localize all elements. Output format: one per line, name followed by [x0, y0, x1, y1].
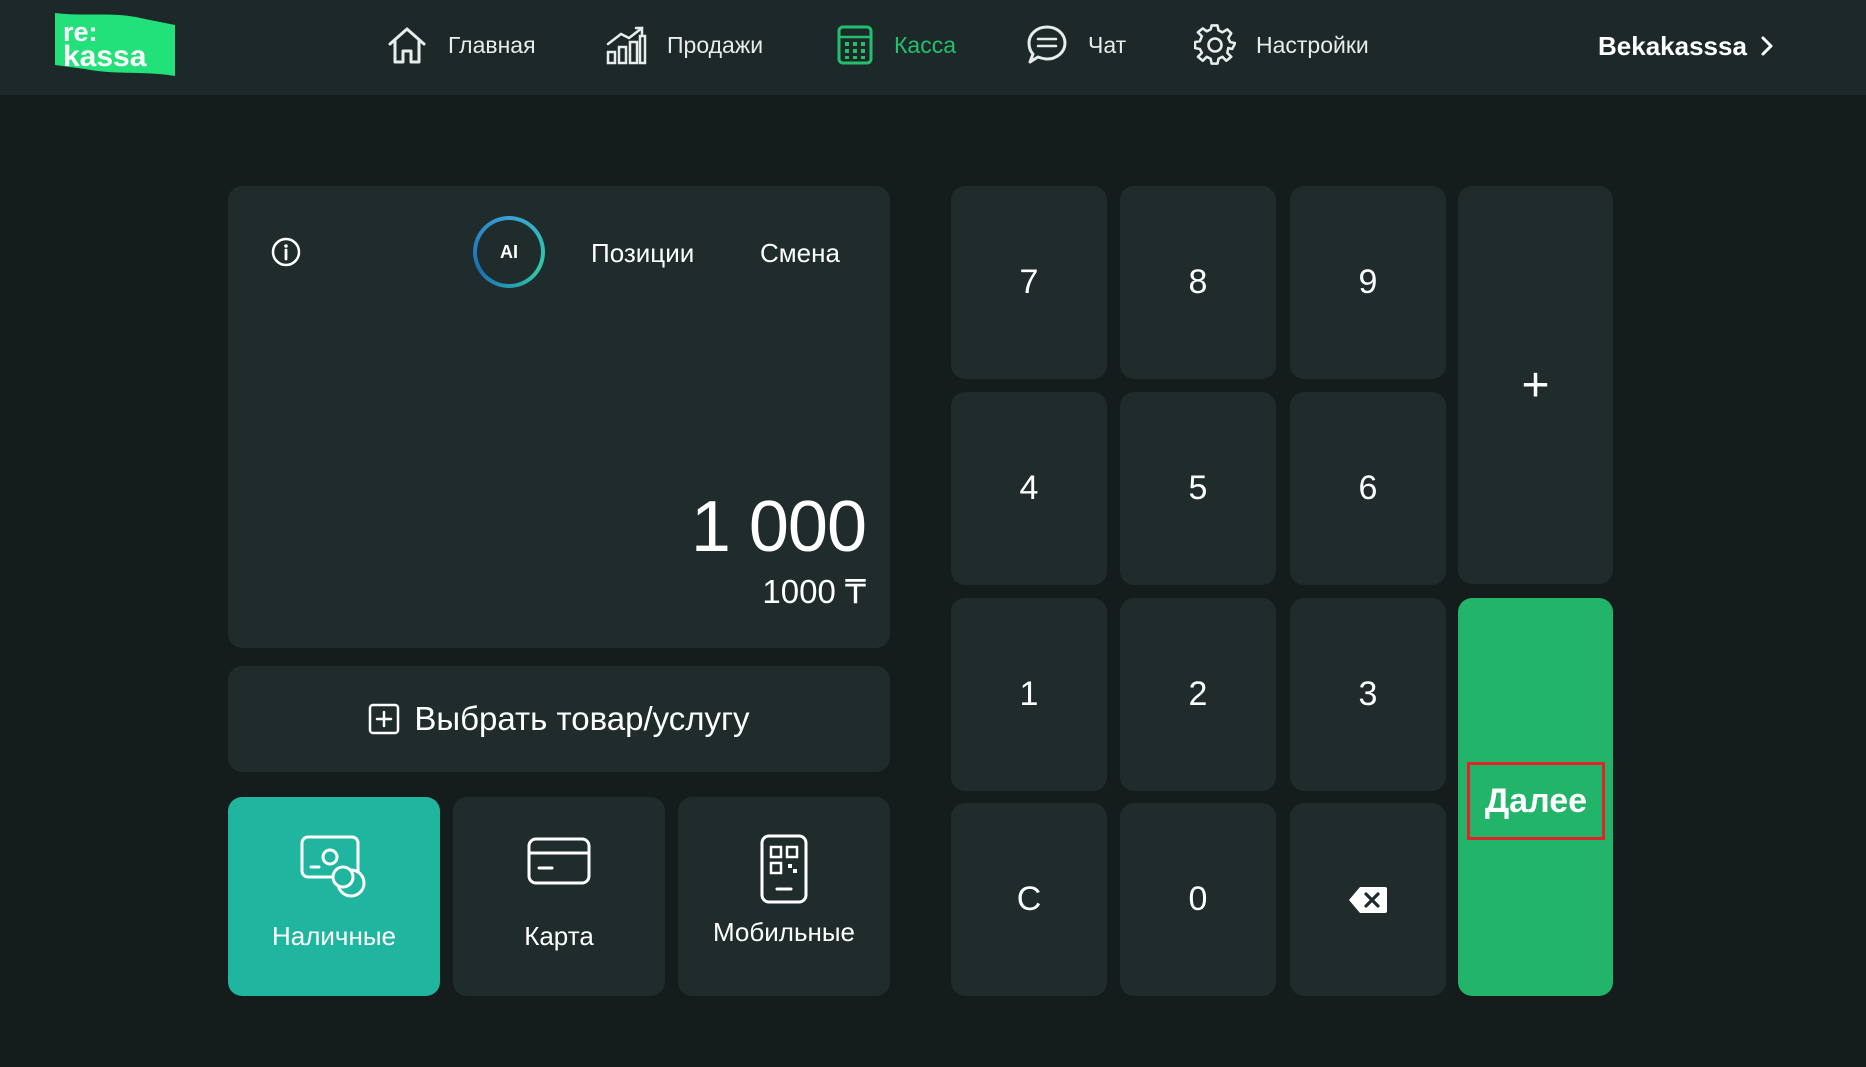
- next-button[interactable]: Далее: [1458, 598, 1613, 996]
- payment-card-button[interactable]: Карта: [453, 797, 665, 996]
- amount-with-currency: 1000 ₸: [762, 573, 866, 610]
- key-7[interactable]: 7: [951, 186, 1107, 379]
- cash-icon: [300, 835, 366, 898]
- user-account-menu[interactable]: Bekakasssa: [1598, 26, 1775, 66]
- card-icon: [527, 837, 591, 885]
- nav-item-label: Касса: [894, 31, 956, 58]
- backspace-icon: [1349, 886, 1387, 913]
- key-0[interactable]: 0: [1120, 803, 1276, 996]
- ai-label: AI: [477, 220, 541, 284]
- nav-item-settings[interactable]: Настройки: [1194, 22, 1369, 68]
- mobile-qr-icon: [760, 834, 808, 904]
- payment-label: Мобильные: [712, 917, 856, 947]
- key-plus[interactable]: +: [1458, 186, 1613, 584]
- info-icon[interactable]: [270, 236, 302, 268]
- home-icon: [388, 27, 426, 64]
- key-3[interactable]: 3: [1290, 598, 1446, 791]
- nav-item-label: Продажи: [667, 31, 764, 58]
- nav-item-home[interactable]: Главная: [386, 22, 536, 68]
- select-product-label: Выбрать товар/услугу: [414, 700, 750, 737]
- chevron-right-icon: [1761, 36, 1773, 56]
- key-8[interactable]: 8: [1120, 186, 1276, 379]
- user-name: Bekakasssa: [1598, 30, 1747, 61]
- nav-item-kassa[interactable]: Касса: [836, 22, 956, 68]
- payment-mobile-button[interactable]: Мобильные: [678, 797, 890, 996]
- nav-item-label: Настройки: [1256, 31, 1369, 58]
- sales-chart-icon: [606, 26, 647, 65]
- rekassa-logo[interactable]: re: kassa: [55, 13, 175, 76]
- select-product-button[interactable]: Выбрать товар/услугу: [228, 666, 890, 772]
- tab-positions[interactable]: Позиции: [591, 238, 694, 269]
- key-9[interactable]: 9: [1290, 186, 1446, 379]
- payment-cash-button[interactable]: Наличные: [228, 797, 440, 996]
- tab-shift[interactable]: Смена: [760, 238, 840, 269]
- nav-item-label: Главная: [448, 31, 536, 58]
- key-2[interactable]: 2: [1120, 598, 1276, 791]
- key-backspace[interactable]: [1290, 803, 1446, 996]
- key-clear[interactable]: C: [951, 803, 1107, 996]
- payment-label: Карта: [524, 921, 594, 951]
- gear-icon: [1194, 24, 1236, 65]
- ai-assistant-button[interactable]: AI: [473, 216, 545, 288]
- add-square-icon: [369, 703, 400, 735]
- logo-flag-icon: re: kassa: [55, 13, 175, 76]
- nav-item-label: Чат: [1088, 31, 1127, 58]
- amount-display: 1 000: [690, 487, 867, 567]
- key-4[interactable]: 4: [951, 392, 1107, 585]
- nav-item-sales[interactable]: Продажи: [605, 22, 763, 68]
- key-1[interactable]: 1: [951, 598, 1107, 791]
- key-6[interactable]: 6: [1290, 392, 1446, 585]
- calculator-icon: [837, 25, 873, 65]
- next-button-label: Далее: [1467, 762, 1605, 840]
- chat-icon: [1027, 25, 1067, 64]
- amount-panel: AI Позиции Смена 1 000 1000 ₸: [228, 186, 890, 648]
- key-5[interactable]: 5: [1120, 392, 1276, 585]
- nav-item-chat[interactable]: Чат: [1026, 22, 1126, 68]
- top-navigation-bar: re: kassa Главная Продажи Касса Чат Наст…: [0, 0, 1866, 95]
- svg-text:kassa: kassa: [63, 40, 147, 73]
- payment-label: Наличные: [272, 921, 396, 951]
